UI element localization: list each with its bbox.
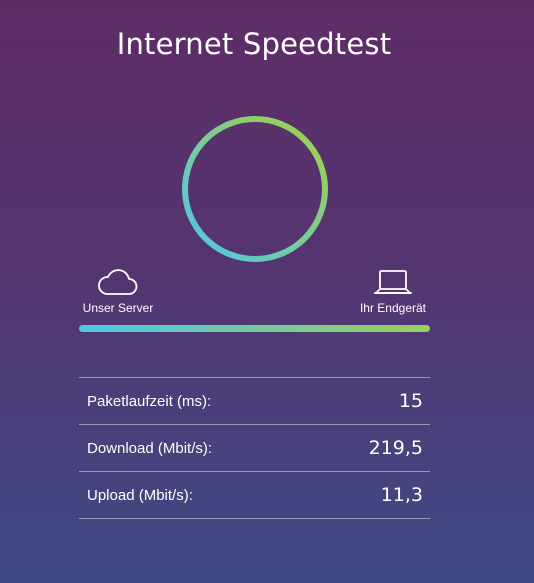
device-label: Ihr Endgerät <box>359 301 427 315</box>
speed-gauge-ring <box>182 116 328 262</box>
laptop-icon <box>374 270 412 294</box>
cloud-icon <box>98 269 138 295</box>
result-label: Upload (Mbit/s): <box>87 486 193 504</box>
result-label: Paketlaufzeit (ms): <box>87 392 212 410</box>
server-label: Unser Server <box>82 301 154 315</box>
result-value: 15 <box>398 390 423 412</box>
transfer-progress-fill <box>79 325 430 332</box>
result-value: 11,3 <box>380 484 423 506</box>
result-row: Paketlaufzeit (ms): 15 <box>79 378 430 425</box>
page-title: Internet Speedtest <box>116 27 392 61</box>
server-endpoint: Unser Server <box>82 268 154 315</box>
device-endpoint: Ihr Endgerät <box>352 268 434 315</box>
result-row: Download (Mbit/s): 219,5 <box>79 425 430 472</box>
result-row: Upload (Mbit/s): 11,3 <box>79 472 430 519</box>
result-label: Download (Mbit/s): <box>87 439 213 457</box>
transfer-progress-bar <box>79 325 430 332</box>
results-table: Paketlaufzeit (ms): 15 Download (Mbit/s): 2… <box>79 377 430 519</box>
result-value: 219,5 <box>368 437 423 459</box>
